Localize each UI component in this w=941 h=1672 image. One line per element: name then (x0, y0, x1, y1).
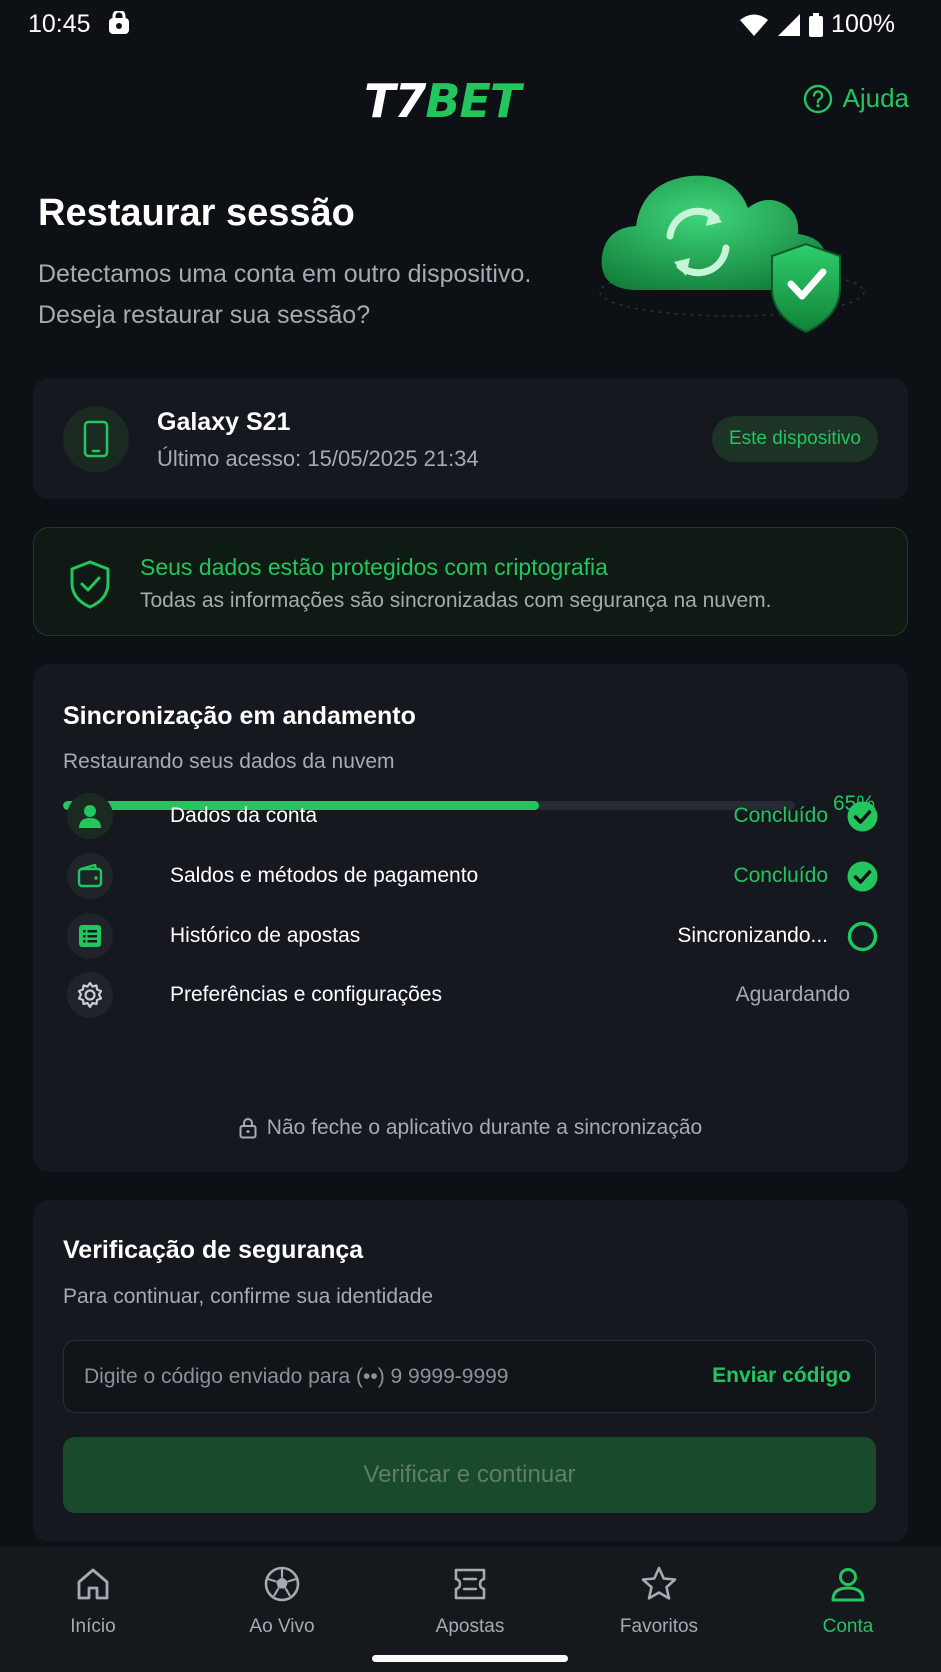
loading-spinner-icon (847, 921, 878, 952)
nav-label: Início (70, 1616, 116, 1637)
verification-code-input[interactable] (84, 1341, 644, 1412)
cloud-sync-shield-illustration (599, 175, 865, 334)
home-indicator[interactable] (372, 1655, 568, 1662)
status-time: 10:45 (28, 10, 91, 38)
battery-icon (809, 12, 824, 37)
status-bar: 10:45 100% (0, 0, 941, 48)
sync-item-account-data: Dados da conta Concluído (63, 791, 878, 841)
sync-item-icon-container (67, 972, 113, 1018)
page-subtitle: Detectamos uma conta em outro dispositiv… (38, 254, 598, 336)
user-icon (79, 805, 101, 828)
sync-item-label: Dados da conta (170, 804, 318, 827)
verification-title: Verificação de segurança (63, 1236, 364, 1264)
nav-label: Conta (822, 1616, 874, 1637)
sync-item-label: Histórico de apostas (170, 924, 361, 947)
device-card: Galaxy S21 Último acesso: 15/05/2025 21:… (33, 378, 908, 499)
logo-text-t7: T7 (364, 74, 426, 128)
help-icon (803, 84, 832, 113)
wallet-icon (77, 864, 103, 888)
nav-label: Ao Vivo (249, 1616, 315, 1637)
wifi-icon (740, 14, 769, 36)
logo-text-bet: BET (425, 74, 521, 128)
check-circle-icon (847, 861, 878, 892)
padlock-icon (239, 1118, 257, 1139)
device-last-access: Último acesso: 15/05/2025 21:34 (157, 446, 479, 471)
ticket-icon (454, 1568, 486, 1600)
bottom-navigation: Início Ao Vivo Apostas Favoritos Conta (0, 1546, 941, 1672)
smartphone-icon (83, 420, 109, 458)
battery-percent: 100% (831, 10, 895, 38)
sync-item-bet-history: Histórico de apostas Sincronizando... (63, 911, 878, 961)
nav-label: Favoritos (619, 1616, 699, 1637)
soccer-ball-icon (264, 1566, 300, 1602)
verification-code-field: Enviar código (63, 1340, 876, 1413)
page-subtitle-line2: Deseja restaurar sua sessão? (38, 301, 371, 329)
send-code-button[interactable]: Enviar código (712, 1364, 851, 1388)
verification-subtitle: Para continuar, confirme sua identidade (63, 1285, 434, 1308)
verify-continue-button[interactable]: Verificar e continuar (63, 1437, 876, 1513)
list-icon (79, 925, 101, 947)
page-subtitle-line1: Detectamos uma conta em outro dispositiv… (38, 260, 532, 288)
encryption-notice-title: Seus dados estão protegidos com criptogr… (140, 554, 608, 580)
sync-item-status: Concluído (733, 864, 828, 887)
sync-progress-card: Sincronização em andamento Restaurando s… (33, 664, 908, 1172)
gear-icon (77, 981, 103, 1009)
sync-item-status: Sincronizando... (677, 924, 828, 947)
device-icon-container (63, 406, 129, 472)
help-button[interactable]: Ajuda (803, 83, 910, 114)
nav-item-conta[interactable]: Conta (773, 1564, 923, 1638)
sync-title: Sincronização em andamento (63, 702, 416, 730)
nav-item-inicio[interactable]: Início (18, 1564, 168, 1638)
shield-check-icon (70, 560, 110, 609)
encryption-notice-text: Todas as informações são sincronizadas c… (140, 589, 772, 612)
help-label: Ajuda (842, 83, 910, 113)
sync-subtitle: Restaurando seus dados da nuvem (63, 750, 395, 773)
app-logo: T7BET (364, 74, 578, 128)
star-icon (641, 1566, 677, 1600)
sync-warning-note: Não feche o aplicativo durante a sincron… (33, 1116, 908, 1140)
sync-item-balances: Saldos e métodos de pagamento Concluído (63, 851, 878, 901)
sync-item-status: Concluído (733, 804, 828, 827)
user-icon (831, 1568, 865, 1602)
this-device-badge: Este dispositivo (711, 416, 878, 462)
sync-item-icon-container (67, 853, 113, 899)
sync-item-label: Preferências e configurações (170, 983, 442, 1006)
nav-label: Apostas (435, 1616, 505, 1637)
sync-item-icon-container (67, 793, 113, 839)
security-verification-card: Verificação de segurança Para continuar,… (33, 1200, 908, 1542)
home-icon (77, 1568, 109, 1600)
check-circle-icon (847, 801, 878, 832)
nav-item-apostas[interactable]: Apostas (395, 1564, 545, 1638)
status-icons: 100% (739, 10, 895, 39)
sync-item-status: Aguardando (735, 983, 850, 1006)
nav-item-ao-vivo[interactable]: Ao Vivo (207, 1564, 357, 1638)
signal-icon (778, 13, 801, 36)
sync-warning-text: Não feche o aplicativo durante a sincron… (266, 1116, 703, 1139)
device-name: Galaxy S21 (157, 408, 291, 436)
lock-notification-icon (109, 11, 129, 34)
sync-item-label: Saldos e métodos de pagamento (170, 864, 479, 887)
sync-item-icon-container (67, 913, 113, 959)
sync-item-preferences: Preferências e configurações Aguardando (63, 970, 878, 1020)
encryption-notice: Seus dados estão protegidos com criptogr… (33, 527, 908, 636)
nav-item-favoritos[interactable]: Favoritos (584, 1564, 734, 1638)
page-title: Restaurar sessão (38, 192, 355, 234)
